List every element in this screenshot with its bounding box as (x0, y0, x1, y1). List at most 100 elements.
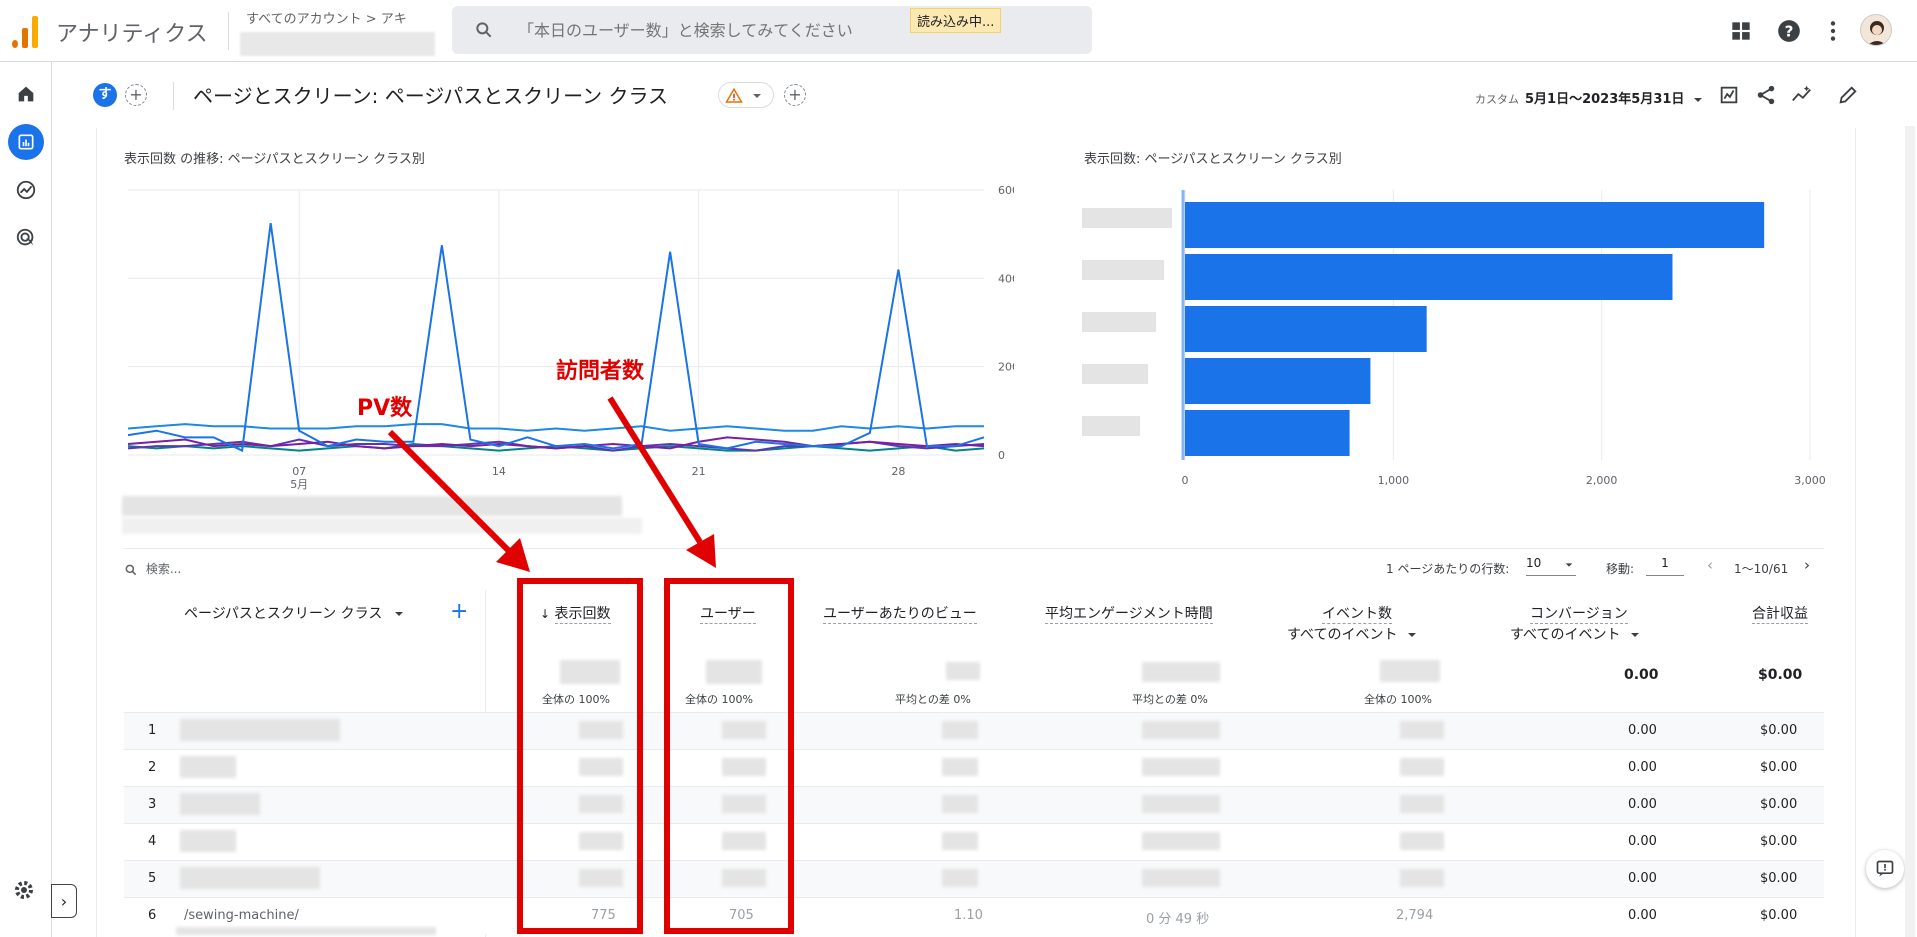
rows-per-page-select[interactable]: 10 (1526, 556, 1576, 576)
bar (1185, 358, 1371, 404)
page-path-link[interactable] (180, 867, 320, 889)
conversion-filter-select[interactable]: すべてのイベント (1510, 624, 1641, 644)
bar (1185, 410, 1350, 456)
divider (173, 82, 174, 110)
line-chart[interactable]: 600 400 200 0 07 14 21 28 5月 (124, 180, 1014, 500)
chevron-down-icon (1693, 97, 1702, 102)
bar-category-label[interactable] (1082, 364, 1148, 384)
pv-annotation-label: PV数 (357, 396, 413, 421)
total-revenue: $0.00 (1758, 667, 1803, 683)
add-comparison-button[interactable]: + (125, 84, 147, 106)
segment-chip[interactable]: す (93, 83, 117, 107)
revenue-cell: $0.00 (1760, 871, 1798, 886)
account-avatar[interactable] (1860, 14, 1892, 46)
event-filter-value: すべてのイベント (1287, 627, 1398, 643)
next-page-button[interactable]: › (1804, 556, 1810, 574)
col-header-revenue[interactable]: 合計収益 (1752, 603, 1808, 624)
conversions-cell: 0.00 (1628, 723, 1657, 738)
top-app-bar: アナリティクス すべてのアカウント > アキ 読み込み中... ? (0, 0, 1917, 62)
col-header-conversions[interactable]: コンバージョン (1530, 603, 1628, 624)
app-title[interactable]: アナリティクス (56, 16, 208, 48)
bar (1185, 254, 1673, 300)
table-search[interactable]: 検索... (124, 560, 181, 577)
feedback-button[interactable] (1866, 850, 1904, 888)
rows-per-page-label: 1 ページあたりの行数: (1386, 562, 1510, 576)
data-quality-warning[interactable] (718, 82, 774, 108)
page-path-link[interactable] (180, 719, 340, 741)
row-number: 2 (148, 760, 157, 775)
help-icon[interactable]: ? (1776, 18, 1802, 44)
page-path-link[interactable]: /sewing-machine/ (184, 908, 299, 923)
engagement-time-cell (1142, 869, 1220, 887)
table-row[interactable]: 5 0.00 $0.00 (124, 860, 1824, 897)
row-number: 4 (148, 834, 157, 849)
nav-advertising[interactable] (8, 220, 44, 256)
engagement-time-cell (1142, 758, 1220, 776)
insights-icon[interactable] (1791, 84, 1813, 106)
table-row[interactable]: 1 0.00 $0.00 (124, 712, 1824, 749)
line-chart-legend[interactable] (122, 496, 622, 516)
engagement-time-cell (1142, 832, 1220, 850)
more-vert-icon[interactable] (1820, 18, 1846, 44)
bar-chart[interactable]: 0 1,000 2,000 3,000 (1080, 180, 1830, 500)
col-header-views-per-user[interactable]: ユーザーあたりのビュー (823, 603, 977, 624)
report-header: す + ページとスクリーン: ページパスとスクリーン クラス + カスタム 5月1… (53, 62, 1917, 126)
line-chart-legend[interactable] (122, 518, 642, 534)
conversions-cell: 0.00 (1628, 834, 1657, 849)
apps-grid-icon[interactable] (1728, 18, 1754, 44)
table-row[interactable]: 6/sewing-machine/775 705 1.10 0 分 49 秒 2,794… (124, 897, 1824, 935)
collapse-nav-button[interactable]: › (51, 884, 77, 918)
property-selector[interactable] (240, 32, 435, 56)
prev-page-button[interactable]: ‹ (1707, 556, 1713, 574)
table-row[interactable]: 4 0.00 $0.00 (124, 823, 1824, 860)
revenue-cell: $0.00 (1760, 908, 1798, 923)
feedback-icon (1876, 860, 1894, 877)
gear-icon[interactable] (12, 878, 36, 902)
chevron-right-icon: › (60, 891, 68, 911)
col-header-revenue-label: 合計収益 (1752, 606, 1808, 624)
revenue-cell: $0.00 (1760, 834, 1798, 849)
bar-category-label[interactable] (1082, 312, 1156, 332)
event-filter-select[interactable]: すべてのイベント (1287, 624, 1418, 644)
bar-category-label[interactable] (1082, 416, 1140, 436)
x-tick-label: 1,000 (1378, 474, 1410, 487)
revenue-cell: $0.00 (1760, 723, 1798, 738)
chevron-down-icon (1407, 633, 1416, 637)
chevron-down-icon (1565, 563, 1573, 567)
col-header-event-count[interactable]: イベント数 (1322, 603, 1392, 624)
analytics-logo[interactable] (10, 14, 40, 48)
divider (124, 548, 1824, 549)
series-line (127, 222, 985, 453)
page-path-link[interactable] (180, 830, 236, 852)
nav-explore[interactable] (8, 172, 44, 208)
chevron-right-icon: › (1804, 556, 1810, 574)
conversions-cell: 0.00 (1628, 908, 1657, 923)
date-range-picker[interactable]: カスタム 5月1日～2023年5月31日 (1475, 88, 1704, 107)
event-count-cell (1400, 795, 1444, 813)
goto-page-input[interactable]: 1 (1646, 556, 1684, 576)
col-header-engagement-time[interactable]: 平均エンゲージメント時間 (1045, 603, 1213, 624)
chevron-down-icon (753, 94, 761, 98)
table-row[interactable]: 3 0.00 $0.00 (124, 786, 1824, 823)
account-breadcrumb[interactable]: すべてのアカウント > アキ (246, 8, 407, 27)
nav-home[interactable] (8, 76, 44, 112)
share-icon[interactable] (1755, 84, 1777, 106)
bar-category-label[interactable] (1082, 208, 1172, 228)
add-filter-button[interactable]: + (784, 84, 806, 106)
add-dimension-button[interactable]: + (450, 599, 468, 624)
edit-icon[interactable] (1837, 84, 1859, 106)
x-tick-label: 0 (1182, 474, 1189, 487)
page-path-link[interactable] (180, 756, 236, 778)
page-path-link[interactable] (180, 793, 260, 815)
table-row[interactable]: 2 0.00 $0.00 (124, 749, 1824, 786)
goto-label: 移動: (1606, 562, 1635, 576)
customize-report-icon[interactable] (1718, 84, 1740, 106)
page-scrollbar[interactable] (1905, 126, 1915, 937)
loading-badge: 読み込み中... (910, 8, 1002, 33)
total-views-per-user-note: 平均との差 0% (895, 693, 971, 706)
dimension-header[interactable]: ページパスとスクリーン クラス (184, 603, 405, 623)
views-per-user-cell: 1.10 (954, 908, 983, 923)
bar-category-label[interactable] (1082, 260, 1164, 280)
date-range-value: 5月1日～2023年5月31日 (1525, 92, 1685, 107)
nav-reports[interactable] (8, 124, 44, 160)
